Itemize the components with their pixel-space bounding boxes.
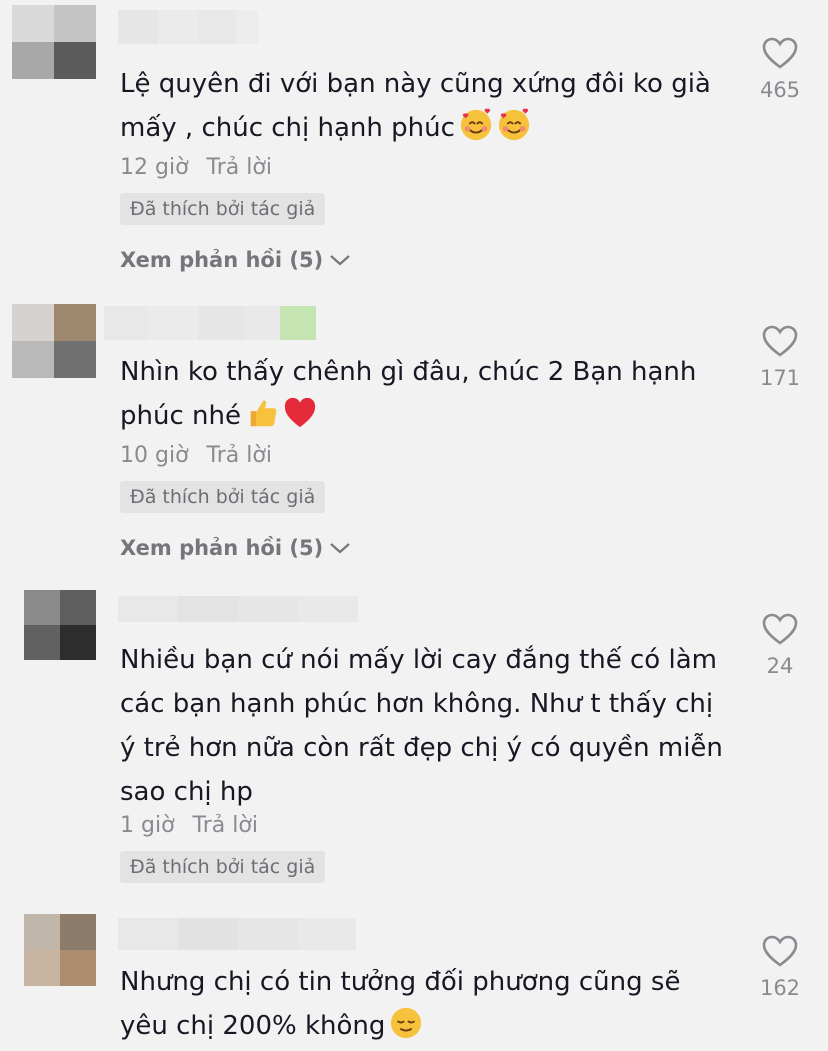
thumbs-up-icon [250,400,277,427]
comment-time: 10 giờ [120,443,189,468]
comment-meta: 12 giờ Trả lời [120,155,272,180]
chevron-down-icon [330,255,350,266]
username-blurred[interactable] [118,10,258,44]
like-button[interactable]: 24 [752,612,808,678]
username-blurred[interactable] [104,306,316,340]
red-heart-icon [284,397,316,428]
view-replies-button[interactable]: Xem phản hồi (5) [120,248,351,272]
view-replies-label: Xem phản hồi (5) [120,536,324,560]
liked-by-author-badge: Đã thích bởi tác giả [120,481,326,513]
avatar-blurred[interactable] [24,590,96,660]
view-replies-label: Xem phản hồi (5) [120,248,324,272]
heart-outline-icon [762,935,798,967]
liked-by-author-badge: Đã thích bởi tác giả [120,851,326,883]
relieved-face-icon [391,1007,422,1039]
reply-button[interactable]: Trả lời [207,155,272,180]
like-button[interactable]: 465 [752,36,808,102]
heart-outline-icon [762,613,798,645]
comment-text: Nhìn ko thấy chênh gì đâu, chúc 2 Bạn hạ… [120,357,705,431]
avatar-blurred[interactable] [12,5,96,79]
liked-by-author-badge: Đã thích bởi tác giả [120,193,326,225]
avatar-blurred[interactable] [12,304,96,378]
avatar-blurred[interactable] [24,914,96,986]
chevron-down-icon [330,543,350,554]
like-count: 465 [759,78,801,102]
comment-meta: 1 giờ Trả lời [120,813,258,838]
comment-text: Nhiều bạn cứ nói mấy lời cay đắng thế có… [120,645,732,807]
comment-time: 12 giờ [120,155,189,180]
username-blurred[interactable] [118,596,358,622]
view-replies-button[interactable]: Xem phản hồi (5) [120,536,351,560]
reply-button[interactable]: Trả lời [193,813,258,838]
heart-outline-icon [762,37,798,69]
comment-text: Lệ quyên đi với bạn này cũng xứng đôi ko… [120,69,720,143]
heart-outline-icon [762,325,798,357]
comment-text: Nhưng chị có tin tưởng đối phương cũng s… [120,967,689,1041]
like-button[interactable]: 162 [752,934,808,1000]
smiling-face-with-hearts-icon [460,108,492,141]
reply-button[interactable]: Trả lời [207,443,272,468]
like-count: 24 [766,654,794,678]
like-button[interactable]: 171 [752,324,808,390]
username-blurred[interactable] [118,918,356,950]
comment-meta: 10 giờ Trả lời [120,443,272,468]
like-count: 162 [759,976,801,1000]
like-count: 171 [759,366,801,390]
comment-time: 1 giờ [120,813,175,838]
smiling-face-with-hearts-icon [498,108,530,141]
